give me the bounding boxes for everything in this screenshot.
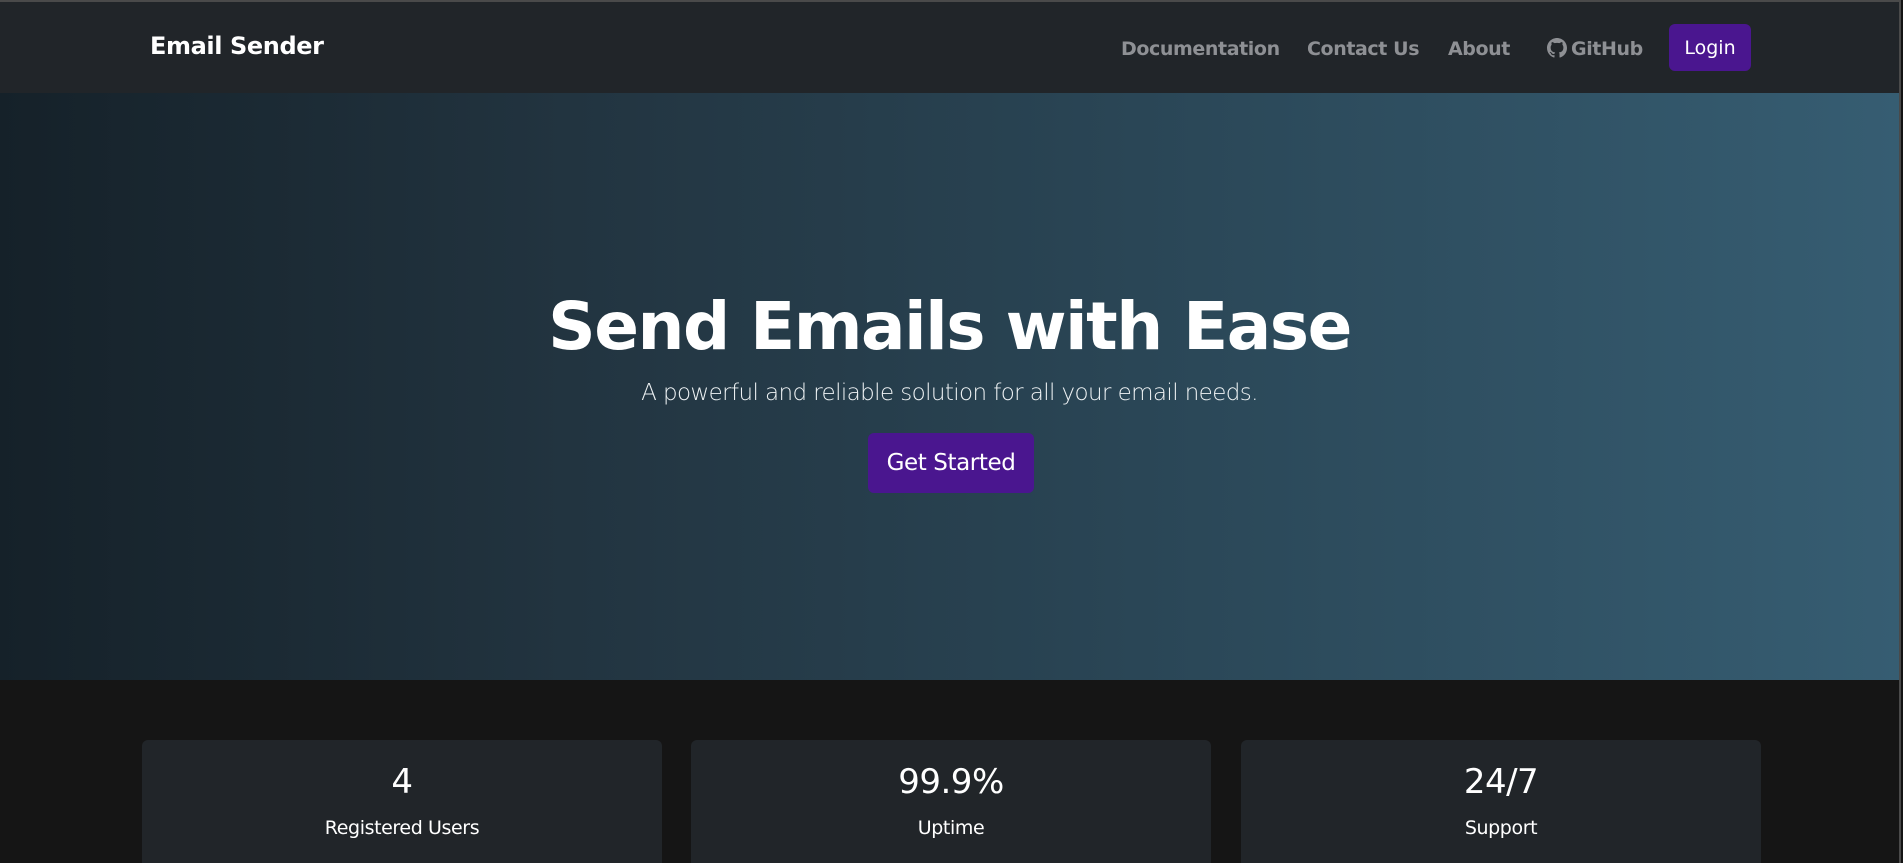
stat-value: 4 [391, 762, 413, 802]
stat-card-registered-users: 4 Registered Users [142, 740, 662, 863]
stat-card-support: 24/7 Support [1241, 740, 1761, 863]
stats-section: 4 Registered Users 99.9% Uptime 24/7 Sup… [0, 680, 1899, 863]
nav-link-documentation[interactable]: Documentation [1121, 38, 1280, 60]
stat-value: 24/7 [1463, 762, 1539, 802]
stat-label: Support [1464, 817, 1538, 839]
brand-logo-text[interactable]: Email Sender [150, 32, 324, 60]
hero-title: Send Emails with Ease [548, 288, 1352, 365]
nav-link-github[interactable]: GitHub [1547, 38, 1643, 60]
github-icon [1547, 38, 1567, 58]
stat-card-uptime: 99.9% Uptime [691, 740, 1211, 863]
nav-link-about[interactable]: About [1448, 38, 1510, 60]
login-button[interactable]: Login [1669, 24, 1751, 71]
stat-label: Registered Users [324, 817, 480, 839]
stat-value: 99.9% [898, 762, 1004, 802]
get-started-button[interactable]: Get Started [868, 433, 1034, 493]
browser-viewport: Email Sender Documentation Contact Us Ab… [0, 0, 1903, 863]
hero-section: Send Emails with Ease A powerful and rel… [0, 93, 1899, 680]
page: Email Sender Documentation Contact Us Ab… [0, 0, 1901, 863]
nav-link-github-label: GitHub [1571, 38, 1643, 60]
navbar: Email Sender Documentation Contact Us Ab… [0, 2, 1899, 93]
stat-label: Uptime [917, 817, 985, 839]
nav-link-contact-us[interactable]: Contact Us [1307, 38, 1420, 60]
hero-subtitle: A powerful and reliable solution for all… [641, 380, 1258, 406]
